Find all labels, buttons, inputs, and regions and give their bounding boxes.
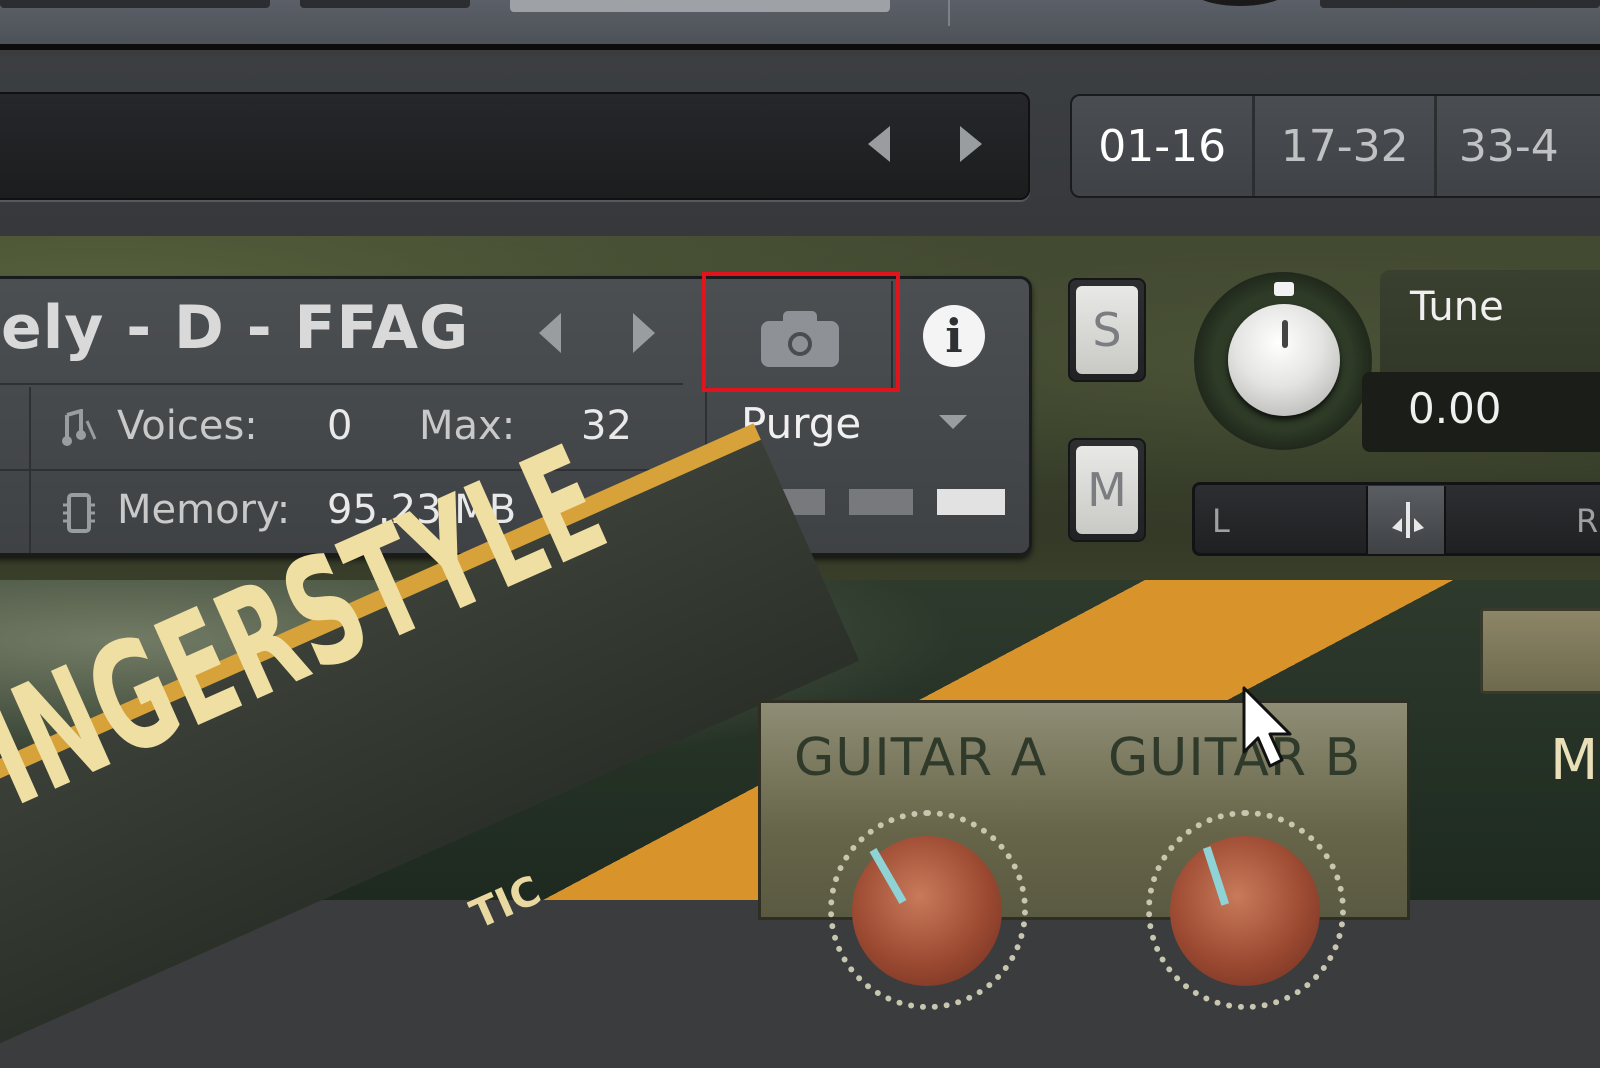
pan-center-icon bbox=[1392, 502, 1424, 538]
instrument-next-arrow-icon[interactable] bbox=[633, 313, 655, 353]
gui-tab-button[interactable] bbox=[1480, 608, 1600, 694]
instrument-name[interactable]: ely - D - FFAG bbox=[1, 293, 469, 363]
solo-label: S bbox=[1076, 286, 1138, 374]
mouse-cursor-icon bbox=[1242, 686, 1292, 768]
rack-prev-arrow-icon[interactable] bbox=[868, 126, 890, 162]
purge-meter-segment bbox=[849, 489, 913, 515]
mute-button[interactable]: M bbox=[1068, 438, 1146, 542]
max-voices-value[interactable]: 32 bbox=[581, 403, 632, 449]
tab-page-17-32[interactable]: 17-32 bbox=[1255, 96, 1437, 196]
purge-meter-segment bbox=[937, 489, 1005, 515]
memory-label: Memory: bbox=[117, 487, 291, 533]
memory-icon bbox=[63, 493, 95, 533]
voices-value: 0 bbox=[327, 403, 353, 449]
voices-label: Voices: bbox=[117, 403, 258, 449]
pan-right-label: R bbox=[1576, 502, 1599, 540]
tab-page-33-48[interactable]: 33-4 bbox=[1437, 96, 1600, 196]
guitar-b-label: GUITAR B bbox=[1108, 728, 1362, 788]
toolbar-divider bbox=[948, 0, 950, 26]
dropdown-arrow-icon[interactable] bbox=[939, 415, 967, 429]
toolbar-button-edge[interactable] bbox=[0, 0, 270, 8]
voices-row: Voices: 0 Max: 32 bbox=[0, 387, 683, 471]
top-toolbar-strip bbox=[0, 0, 1600, 50]
snapshot-highlight-box bbox=[702, 272, 900, 392]
solo-button[interactable]: S bbox=[1068, 278, 1146, 382]
tune-value: 0.00 bbox=[1408, 384, 1502, 433]
toolbar-field-edge[interactable] bbox=[510, 0, 890, 12]
voices-icon bbox=[62, 409, 97, 446]
toolbar-button-edge[interactable] bbox=[300, 0, 470, 8]
tab-page-01-16[interactable]: 01-16 bbox=[1072, 96, 1256, 196]
pan-slider-handle[interactable] bbox=[1366, 486, 1446, 554]
instrument-name-row: ely - D - FFAG bbox=[0, 279, 683, 385]
toolbar-button-edge[interactable] bbox=[1320, 0, 1600, 8]
guitar-b-volume-knob[interactable] bbox=[1170, 836, 1320, 986]
gui-right-label: M bbox=[1550, 728, 1599, 793]
pan-left-label: L bbox=[1212, 502, 1230, 540]
toolbar-knob-edge[interactable] bbox=[1190, 0, 1290, 6]
rack-next-arrow-icon[interactable] bbox=[960, 126, 982, 162]
tune-label: Tune bbox=[1410, 284, 1504, 330]
rack-page-tabs: 01-16 17-32 33-4 bbox=[1070, 94, 1600, 198]
tune-knob-indicator bbox=[1282, 320, 1288, 348]
instrument-prev-arrow-icon[interactable] bbox=[539, 313, 561, 353]
info-icon[interactable]: i bbox=[923, 305, 985, 367]
mute-label: M bbox=[1076, 446, 1138, 534]
tune-knob-top-marker bbox=[1274, 282, 1294, 296]
guitar-a-label: GUITAR A bbox=[794, 728, 1048, 788]
